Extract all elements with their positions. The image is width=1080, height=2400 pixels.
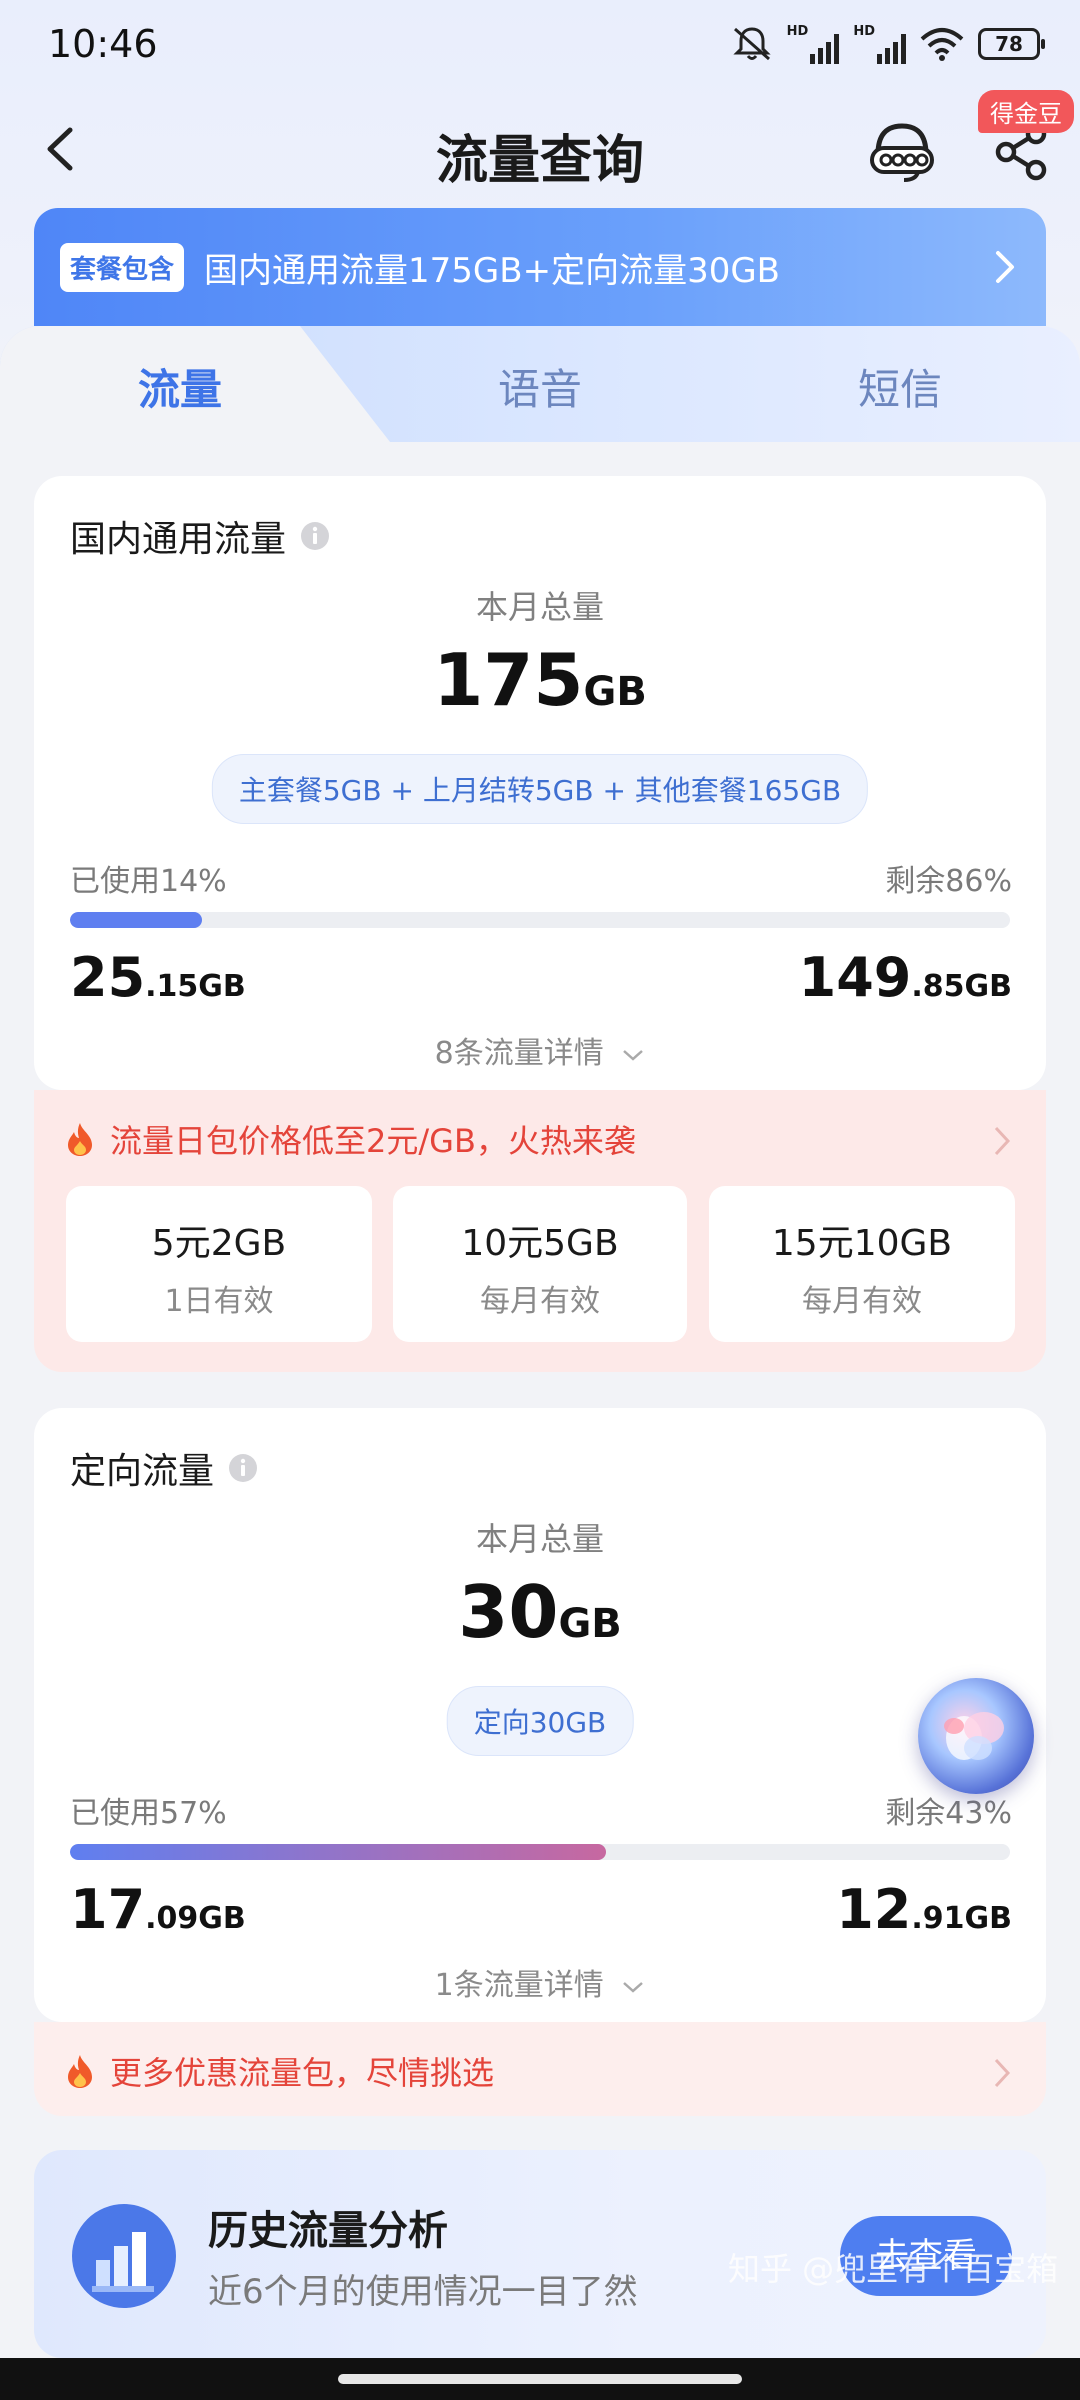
offer-card[interactable]: 5元2GB 1日有效 [66,1186,372,1342]
domestic-title: 国内通用流量 [70,519,287,560]
total-number: 30 [458,1570,559,1654]
banner-text: 国内通用流量175GB+定向流量30GB [204,250,781,291]
remaining-amount: 149.85GB [799,946,1012,1009]
remaining-amount-dec: .85GB [911,969,1012,1004]
battery-icon: 78 [978,28,1045,60]
more-packs-promo[interactable]: 更多优惠流量包，尽情挑选 [34,2022,1046,2116]
history-subtitle: 近6个月的使用情况一目了然 [208,2272,638,2312]
usage-progress-bar [70,912,1010,928]
directed-title: 定向流量 [70,1451,215,1492]
remaining-amount-int: 149 [798,946,912,1009]
info-icon[interactable] [300,521,330,551]
offer-validity: 1日有效 [164,1284,274,1319]
month-total-label: 本月总量 [475,1520,604,1558]
nav-bar: 流量查询 得金豆 [0,90,1080,200]
used-amount-int: 17 [70,1878,146,1941]
total-unit: GB [583,669,647,715]
used-amount: 25.15GB [70,946,246,1009]
home-indicator[interactable] [338,2374,742,2384]
daily-pack-promo: 流量日包价格低至2元/GB，火热来袭 5元2GB 1日有效 10元5GB 每月有… [34,1090,1046,1372]
status-time: 10:46 [48,22,158,66]
remaining-percent: 剩余86% [885,864,1012,899]
promo-header[interactable]: 流量日包价格低至2元/GB，火热来袭 [64,1116,636,1162]
usage-progress-fill [70,912,202,928]
customer-service-icon[interactable] [868,120,936,184]
info-icon[interactable] [228,1453,258,1483]
wifi-icon [920,28,964,61]
watermark: 知乎 @兜里有个百宝箱 [728,2250,1059,2288]
month-total-label: 本月总量 [475,588,604,626]
offer-card[interactable]: 15元10GB 每月有效 [709,1186,1015,1342]
remaining-amount: 12.91GB [836,1878,1012,1941]
bar-chart-icon [72,2204,176,2308]
usage-progress-fill [70,1844,606,1860]
tab-sms[interactable]: 短信 [858,356,942,417]
used-percent: 已使用57% [70,1796,227,1831]
promo-text: 流量日包价格低至2元/GB，火热来袭 [110,1122,636,1160]
domestic-data-card: 国内通用流量 本月总量 175GB 主套餐5GB + 上月结转5GB + 其他套… [34,476,1046,1090]
offer-validity: 每月有效 [802,1284,922,1319]
status-icons: HD HD 78 [731,24,1045,64]
chevron-right-icon [994,2058,1011,2088]
package-banner[interactable]: 套餐包含 国内通用流量175GB+定向流量30GB [34,208,1046,326]
used-amount: 17.09GB [70,1878,246,1941]
promo-header: 更多优惠流量包，尽情挑选 [64,2048,494,2094]
total-unit: GB [558,1601,622,1647]
tab-data[interactable]: 流量 [138,356,222,417]
fire-icon [68,2055,92,2088]
gold-bean-badge[interactable]: 得金豆 [978,90,1074,133]
used-amount-int: 25 [70,946,146,1009]
chevron-right-icon[interactable] [992,1124,1012,1158]
used-amount-dec: .09GB [145,1901,246,1936]
usage-progress-bar [70,1844,1010,1860]
offer-validity: 每月有效 [480,1284,600,1319]
assistant-float-button[interactable] [918,1678,1034,1794]
tab-bar: 流量 语音 短信 [0,326,1080,442]
detail-label: 8条流量详情 [434,1036,604,1071]
total-number: 175 [433,638,584,722]
assistant-orb-icon [944,1712,1004,1760]
remaining-percent: 剩余43% [885,1796,1012,1831]
history-title: 历史流量分析 [208,2208,448,2254]
signal-1-icon: HD [787,24,840,64]
used-amount-dec: .15GB [145,969,246,1004]
data-details-link[interactable]: 1条流量详情 [34,1960,1046,2004]
detail-label: 1条流量详情 [434,1968,604,2003]
total-amount: 175GB [34,638,1046,722]
directed-data-card: 定向流量 本月总量 30GB 定向30GB 已使用57% 剩余43% 17.09… [34,1408,1046,2022]
breakdown-pill: 主套餐5GB + 上月结转5GB + 其他套餐165GB [211,754,869,824]
tab-voice[interactable]: 语音 [498,356,582,417]
banner-tag: 套餐包含 [60,242,185,292]
offer-title: 15元10GB [771,1223,953,1264]
hd-label-1: HD [786,24,809,39]
breakdown-pill: 定向30GB [446,1686,634,1756]
fire-icon [68,1123,92,1156]
chevron-down-icon [623,1049,644,1061]
total-amount: 30GB [34,1570,1046,1654]
used-percent: 已使用14% [70,864,227,899]
offer-title: 5元2GB [151,1223,287,1264]
mute-icon [733,27,771,61]
offer-card[interactable]: 10元5GB 每月有效 [393,1186,687,1342]
chevron-right-icon [996,251,1014,283]
data-details-link[interactable]: 8条流量详情 [34,1028,1046,1072]
chevron-down-icon [623,1981,644,1993]
offer-title: 10元5GB [461,1223,619,1264]
remaining-amount-dec: .91GB [911,1901,1012,1936]
signal-2-icon: HD [853,24,906,64]
status-bar: 10:46 HD HD 78 [0,0,1080,90]
card-title: 定向流量 [70,1442,258,1494]
promo-text: 更多优惠流量包，尽情挑选 [110,2054,495,2092]
remaining-amount-int: 12 [836,1878,912,1941]
card-title: 国内通用流量 [70,510,330,562]
hd-label-2: HD [853,24,875,39]
